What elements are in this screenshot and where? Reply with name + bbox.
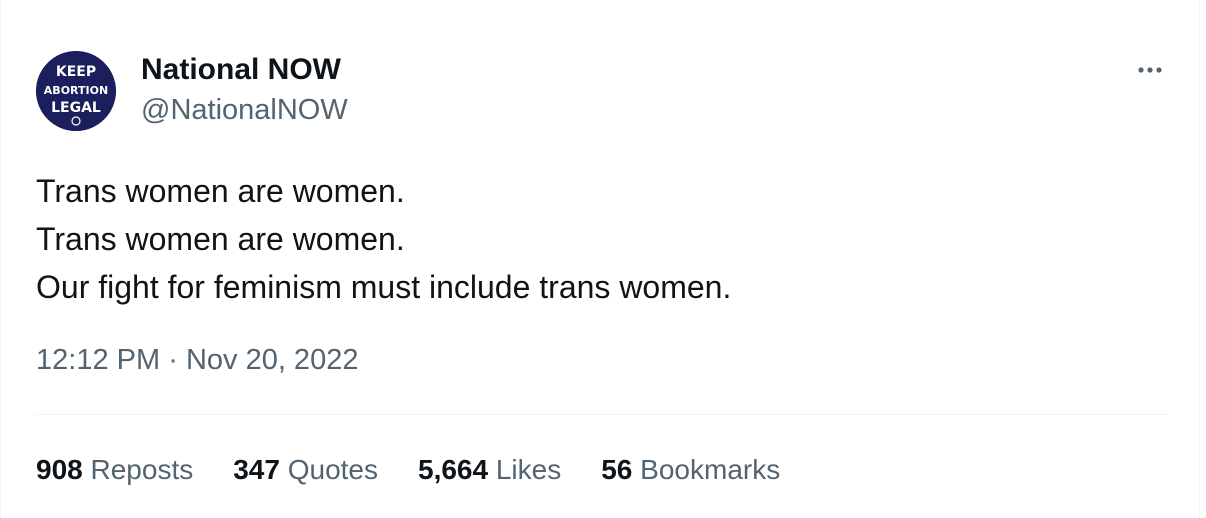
reposts-label: Reposts [90, 454, 194, 485]
tweet-text: Trans women are women. Trans women are w… [36, 167, 1166, 311]
bookmarks-stat[interactable]: 56 Bookmarks [601, 450, 780, 490]
quotes-count: 347 [233, 454, 280, 485]
more-dots-icon [1138, 67, 1162, 73]
reposts-count: 908 [36, 454, 83, 485]
author-display-name[interactable]: National NOW [141, 52, 341, 88]
avatar-line-3: LEGAL [51, 100, 101, 116]
avatar-line-1: KEEP [56, 64, 96, 80]
engagement-stats: 908 Reposts 347 Quotes 5,664 Likes 56 Bo… [36, 450, 820, 490]
bookmarks-count: 56 [601, 454, 633, 485]
tweet-date[interactable]: Nov 20, 2022 [186, 344, 359, 376]
tweet-line: Our fight for feminism must include tran… [36, 269, 732, 305]
likes-count: 5,664 [418, 454, 489, 485]
reposts-stat[interactable]: 908 Reposts [36, 450, 193, 490]
timestamp-separator: · [168, 344, 178, 376]
author-handle[interactable]: @NationalNOW [141, 92, 348, 128]
bookmarks-label: Bookmarks [640, 454, 781, 485]
more-options-button[interactable] [1125, 54, 1175, 86]
avatar-line-2: ABORTION [44, 84, 108, 97]
divider [36, 414, 1168, 415]
tweet-line: Trans women are women. [36, 173, 405, 209]
quotes-stat[interactable]: 347 Quotes [233, 450, 378, 490]
tweet-timestamp[interactable]: 12:12 PM · Nov 20, 2022 [36, 340, 358, 380]
avatar[interactable]: KEEP ABORTION LEGAL [36, 51, 116, 131]
tweet-time[interactable]: 12:12 PM [36, 344, 160, 376]
likes-label: Likes [495, 454, 562, 485]
tweet-line: Trans women are women. [36, 221, 405, 257]
likes-stat[interactable]: 5,664 Likes [418, 450, 561, 490]
quotes-label: Quotes [287, 454, 378, 485]
avatar-logo: KEEP ABORTION LEGAL [36, 51, 116, 131]
tweet-card: KEEP ABORTION LEGAL National NOW @Nation… [0, 0, 1200, 518]
